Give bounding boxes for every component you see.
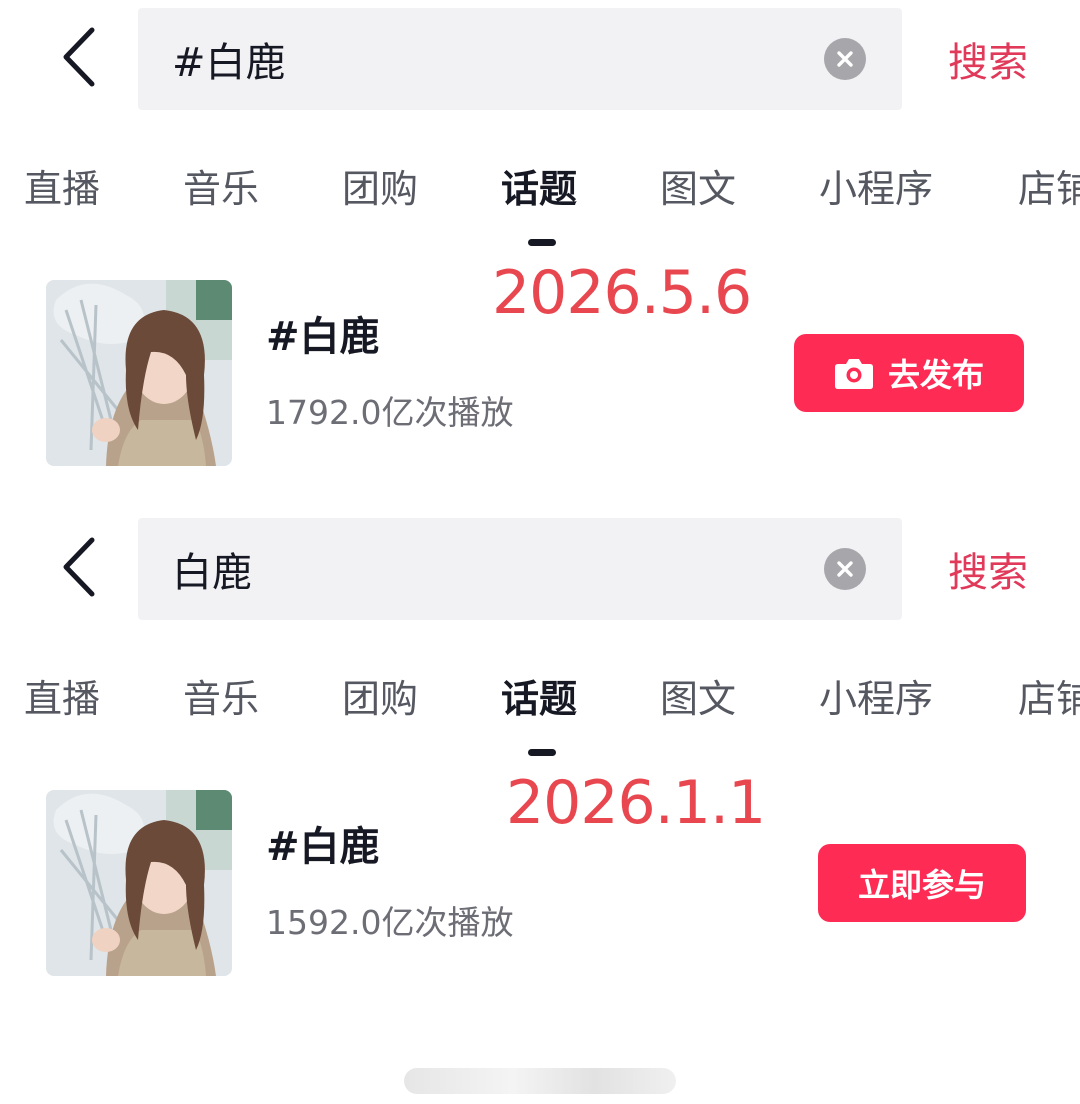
- tab-topics[interactable]: 话题: [501, 158, 577, 213]
- category-tabs: 直播 音乐 团购 话题 图文 小程序 店铺: [0, 158, 1080, 258]
- search-panel-2: 白鹿 搜索 直播 音乐 团购 话题 图文 小程序 店铺 #白鹿 1592.0亿次…: [0, 510, 1080, 1010]
- camera-icon: [834, 359, 873, 389]
- chevron-left-icon: [63, 537, 95, 597]
- tab-shop[interactable]: 店铺: [1018, 158, 1080, 213]
- topic-thumbnail[interactable]: [46, 790, 232, 976]
- tab-music[interactable]: 音乐: [183, 668, 259, 723]
- publish-button[interactable]: 去发布: [794, 334, 1024, 412]
- topic-result-row[interactable]: #白鹿 1792.0亿次播放 2026.5.6 去发布: [0, 258, 1080, 470]
- search-button[interactable]: 搜索: [948, 540, 1028, 598]
- tab-shop[interactable]: 店铺: [1018, 668, 1080, 723]
- back-button[interactable]: [50, 22, 106, 92]
- close-icon: [837, 51, 853, 67]
- blurred-watermark: [404, 1068, 676, 1094]
- date-annotation: 2026.5.6: [492, 258, 752, 328]
- tab-mini-program[interactable]: 小程序: [819, 668, 933, 723]
- tab-live[interactable]: 直播: [24, 668, 100, 723]
- search-panel-1: #白鹿 搜索 直播 音乐 团购 话题 图文 小程序 店铺 #白鹿 1792.0亿…: [0, 0, 1080, 500]
- tab-music[interactable]: 音乐: [183, 158, 259, 213]
- date-annotation: 2026.1.1: [506, 768, 766, 838]
- topic-title[interactable]: #白鹿: [266, 304, 380, 362]
- topic-thumbnail[interactable]: [46, 280, 232, 466]
- tab-live[interactable]: 直播: [24, 158, 100, 213]
- search-input[interactable]: 白鹿: [138, 518, 902, 620]
- play-count: 1792.0亿次播放: [266, 393, 514, 432]
- tab-image-text[interactable]: 图文: [660, 668, 736, 723]
- active-tab-indicator: [528, 749, 556, 756]
- publish-button-label: 去发布: [887, 356, 984, 394]
- tab-topics[interactable]: 话题: [501, 668, 577, 723]
- topic-result-row[interactable]: #白鹿 1592.0亿次播放 2026.1.1 立即参与: [0, 768, 1080, 980]
- back-button[interactable]: [50, 532, 106, 602]
- clear-search-button[interactable]: [824, 38, 866, 80]
- clear-search-button[interactable]: [824, 548, 866, 590]
- tab-image-text[interactable]: 图文: [660, 158, 736, 213]
- close-icon: [837, 561, 853, 577]
- search-query-text: #白鹿: [172, 40, 286, 86]
- join-button[interactable]: 立即参与: [818, 844, 1026, 922]
- search-input[interactable]: #白鹿: [138, 8, 902, 110]
- active-tab-indicator: [528, 239, 556, 246]
- chevron-left-icon: [63, 27, 95, 87]
- tab-mini-program[interactable]: 小程序: [819, 158, 933, 213]
- tab-group-buy[interactable]: 团购: [342, 158, 418, 213]
- tab-group-buy[interactable]: 团购: [342, 668, 418, 723]
- search-query-text: 白鹿: [172, 550, 252, 596]
- play-count: 1592.0亿次播放: [266, 903, 514, 942]
- join-button-label: 立即参与: [857, 866, 986, 904]
- category-tabs: 直播 音乐 团购 话题 图文 小程序 店铺: [0, 668, 1080, 768]
- search-button[interactable]: 搜索: [948, 30, 1028, 88]
- topic-title[interactable]: #白鹿: [266, 814, 380, 872]
